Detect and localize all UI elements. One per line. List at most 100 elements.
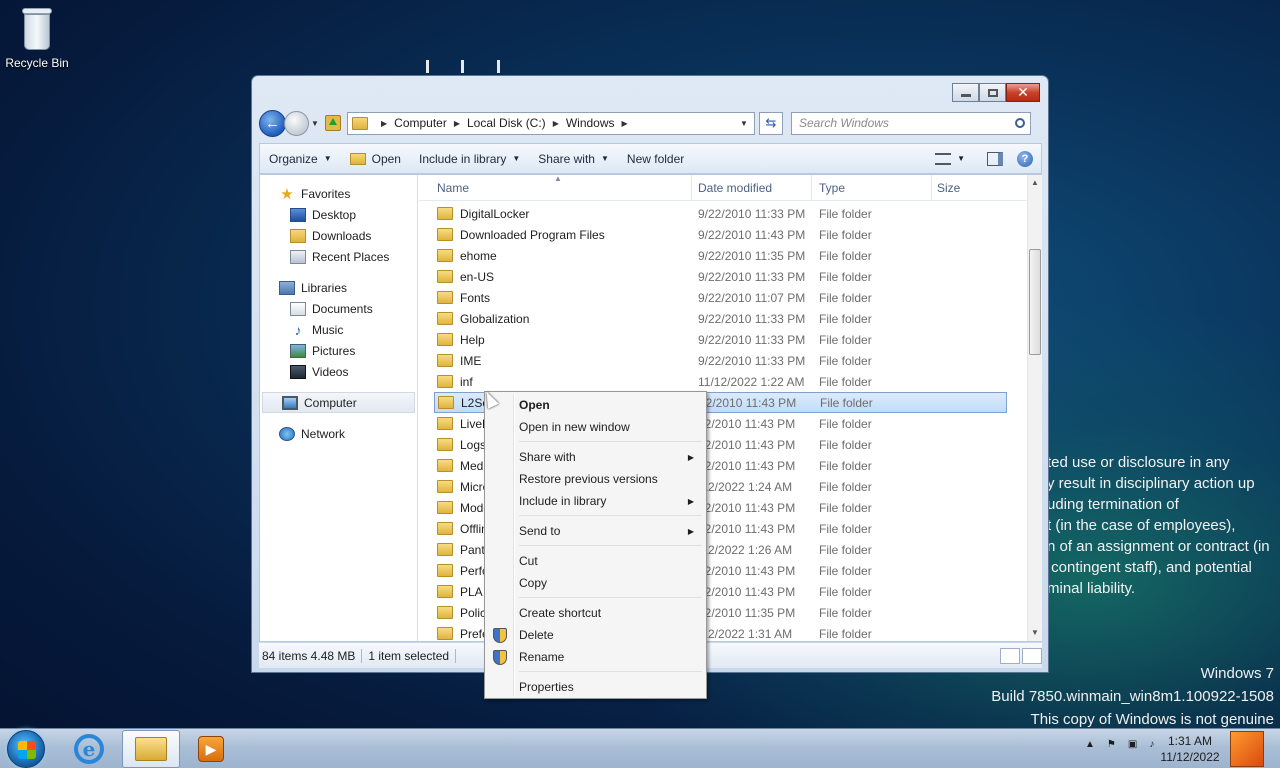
forward-button[interactable] — [284, 110, 309, 136]
file-name-cell[interactable]: inf — [419, 375, 692, 389]
show-hidden-icons-icon[interactable]: ▲ — [1085, 739, 1095, 750]
file-name-cell[interactable]: Globalization — [419, 312, 692, 326]
chevron-right-icon[interactable]: ▶ — [454, 119, 460, 128]
help-icon[interactable]: ? — [1017, 150, 1033, 167]
chevron-right-icon[interactable]: ▶ — [622, 119, 628, 128]
breadcrumb-windows[interactable]: Windows — [566, 116, 615, 130]
file-name-cell[interactable]: IME — [419, 354, 692, 368]
system-clock[interactable]: 1:31 AM 11/12/2022 — [1150, 733, 1230, 765]
nav-computer[interactable]: Computer — [262, 392, 415, 413]
back-button[interactable]: ← — [259, 109, 286, 137]
nav-network[interactable]: Network — [260, 423, 417, 444]
folder-icon — [437, 333, 453, 346]
refresh-button[interactable]: ⇆ — [759, 111, 783, 135]
sort-arrow-icon: ▲ — [554, 175, 562, 183]
taskbar-windows-explorer[interactable] — [122, 730, 180, 768]
change-view-icon[interactable] — [935, 152, 952, 165]
nav-favorites[interactable]: ★ Favorites — [260, 183, 417, 204]
file-name-cell[interactable]: DigitalLocker — [419, 207, 692, 221]
taskbar-media-player[interactable]: ▶ — [182, 730, 240, 768]
organize-button[interactable]: Organize ▼ — [260, 152, 341, 166]
breadcrumb-computer[interactable]: Computer — [394, 116, 447, 130]
nav-documents[interactable]: Documents — [260, 298, 417, 319]
menu-cut[interactable]: Cut — [487, 550, 704, 572]
menu-create-shortcut[interactable]: Create shortcut — [487, 602, 704, 624]
search-icon[interactable] — [1015, 118, 1025, 128]
folder-icon — [437, 417, 453, 430]
share-with-button[interactable]: Share with ▼ — [529, 152, 618, 166]
include-in-library-button[interactable]: Include in library ▼ — [410, 152, 529, 166]
nav-libraries[interactable]: Libraries — [260, 277, 417, 298]
start-button[interactable] — [7, 730, 45, 768]
scroll-thumb[interactable] — [1029, 249, 1041, 355]
address-bar[interactable]: ▶ Computer ▶ Local Disk (C:) ▶ Windows ▶… — [347, 111, 755, 135]
menu-include-in-library[interactable]: Include in library ▶ — [487, 490, 704, 512]
table-row[interactable]: IME 9/22/2010 11:33 PM File folder — [419, 350, 1027, 371]
show-desktop-button[interactable] — [1230, 731, 1264, 767]
file-date-cell: 22/2010 11:43 PM — [698, 500, 796, 515]
chevron-down-icon: ▼ — [512, 154, 521, 163]
menu-share-with[interactable]: Share with ▶ — [487, 446, 704, 468]
nav-videos[interactable]: Videos — [260, 361, 417, 382]
menu-rename[interactable]: Rename — [487, 646, 704, 668]
menu-open[interactable]: Open — [487, 394, 704, 416]
nav-music[interactable]: ♪ Music — [260, 319, 417, 340]
nav-desktop[interactable]: Desktop — [260, 204, 417, 225]
file-name-cell[interactable]: ehome — [419, 249, 692, 263]
menu-restore-previous-versions[interactable]: Restore previous versions — [487, 468, 704, 490]
menu-delete[interactable]: Delete — [487, 624, 704, 646]
menu-send-to[interactable]: Send to ▶ — [487, 520, 704, 542]
chevron-down-icon[interactable]: ▼ — [957, 154, 965, 163]
desktop-artifact — [461, 60, 464, 73]
file-name: IME — [460, 353, 482, 368]
new-folder-button[interactable]: New folder — [618, 152, 693, 166]
nav-downloads[interactable]: Downloads — [260, 225, 417, 246]
table-row[interactable]: Fonts 9/22/2010 11:07 PM File folder — [419, 287, 1027, 308]
taskbar-internet-explorer[interactable]: e — [60, 730, 118, 768]
chevron-right-icon[interactable]: ▶ — [553, 119, 559, 128]
table-row[interactable]: en-US 9/22/2010 11:33 PM File folder — [419, 266, 1027, 287]
file-type-cell: File folder — [819, 458, 872, 473]
maximize-button[interactable] — [979, 83, 1006, 102]
menu-copy[interactable]: Copy — [487, 572, 704, 594]
preview-pane-icon[interactable] — [987, 151, 1003, 166]
open-button[interactable]: Open — [341, 152, 410, 166]
file-name-cell[interactable]: Fonts — [419, 291, 692, 305]
music-icon: ♪ — [294, 321, 302, 338]
nav-recent-places[interactable]: Recent Places — [260, 246, 417, 267]
search-input[interactable]: Search Windows — [791, 111, 1031, 135]
minimize-button[interactable] — [952, 83, 979, 102]
nav-documents-label: Documents — [312, 301, 373, 316]
scroll-up-icon[interactable]: ▲ — [1028, 175, 1042, 191]
table-row[interactable]: Globalization 9/22/2010 11:33 PM File fold… — [419, 308, 1027, 329]
table-row[interactable]: Downloaded Program Files 9/22/2010 11:43 … — [419, 224, 1027, 245]
file-name-cell[interactable]: en-US — [419, 270, 692, 284]
close-button[interactable]: ✕ — [1006, 83, 1040, 102]
scroll-down-icon[interactable]: ▼ — [1028, 625, 1042, 641]
vertical-scrollbar[interactable]: ▲ ▼ — [1027, 175, 1042, 641]
table-row[interactable]: Help 9/22/2010 11:33 PM File folder — [419, 329, 1027, 350]
table-row[interactable]: ehome 9/22/2010 11:35 PM File folder — [419, 245, 1027, 266]
folder-icon — [437, 249, 453, 262]
column-size[interactable]: Size — [932, 175, 1027, 200]
menu-open-new-window[interactable]: Open in new window — [487, 416, 704, 438]
nav-pictures[interactable]: Pictures — [260, 340, 417, 361]
recycle-bin-shortcut[interactable]: Recycle Bin — [4, 6, 70, 70]
table-row[interactable]: DigitalLocker 9/22/2010 11:33 PM File fold… — [419, 203, 1027, 224]
table-row[interactable]: inf 11/12/2022 1:22 AM File folder — [419, 371, 1027, 392]
thumbnails-view-icon[interactable] — [1022, 647, 1042, 664]
recent-pages-dropdown[interactable]: ▼ — [309, 119, 321, 128]
details-view-icon[interactable] — [1000, 647, 1020, 664]
chevron-right-icon[interactable]: ▶ — [381, 119, 387, 128]
network-status-icon[interactable]: ▣ — [1128, 739, 1137, 750]
file-name-cell[interactable]: Downloaded Program Files — [419, 228, 692, 242]
address-dropdown-icon[interactable]: ▼ — [740, 119, 754, 128]
column-date-modified[interactable]: Date modified — [692, 175, 812, 200]
open-label: Open — [371, 151, 401, 166]
breadcrumb-local-disk[interactable]: Local Disk (C:) — [467, 116, 546, 130]
column-type[interactable]: Type — [812, 175, 932, 200]
action-center-icon[interactable]: ⚑ — [1107, 739, 1116, 750]
up-folder-icon[interactable] — [325, 115, 341, 131]
menu-properties[interactable]: Properties — [487, 676, 704, 698]
file-name-cell[interactable]: Help — [419, 333, 692, 347]
